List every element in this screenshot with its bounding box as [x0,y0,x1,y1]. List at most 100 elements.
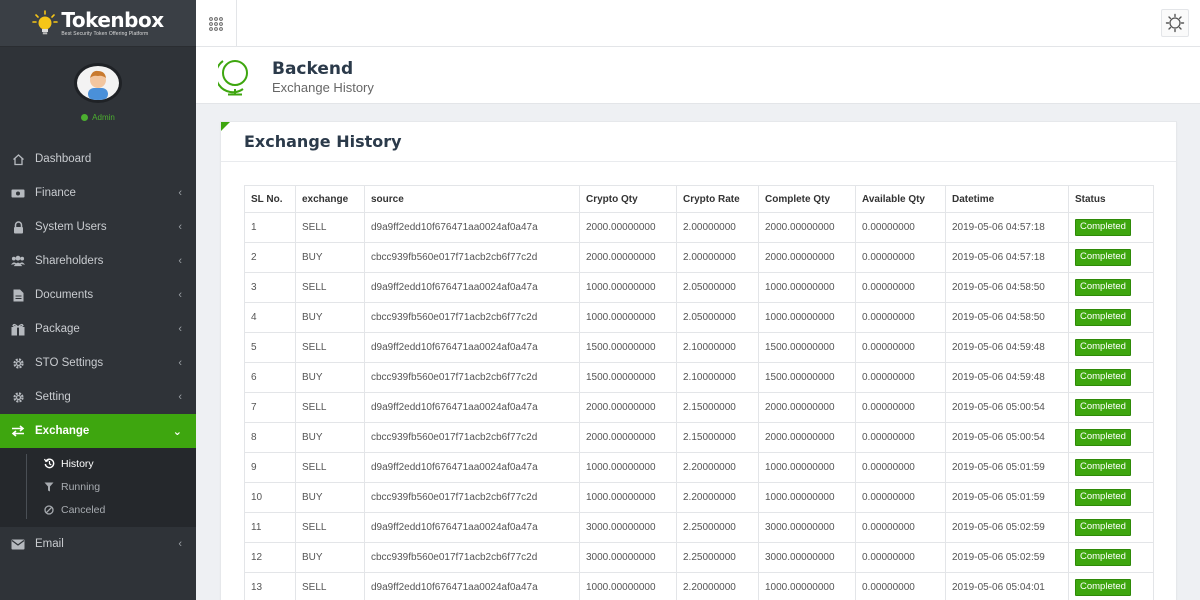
status-badge: Completed [1075,549,1131,566]
table-header-row: SL No. exchange source Crypto Qty Crypto… [244,185,1154,213]
table-row[interactable]: 13 SELL d9a9ff2edd10f676471aa0024af0a47a 10… [244,572,1154,600]
crypto-rate-cell: 2.25000000 [676,512,759,543]
column-header[interactable]: exchange [295,185,365,213]
user-avatar-icon [88,70,108,100]
available-qty-cell: 0.00000000 [855,242,946,273]
status-badge: Completed [1075,249,1131,266]
table-row[interactable]: 7 SELL d9a9ff2edd10f676471aa0024af0a47a 200… [244,392,1154,423]
status-badge: Completed [1075,219,1131,236]
crypto-qty-cell: 3000.00000000 [579,542,677,573]
source-cell: d9a9ff2edd10f676471aa0024af0a47a [364,512,580,543]
crypto-rate-cell: 2.00000000 [676,242,759,273]
brand-logo[interactable]: Tokenbox Best Security Token Offering Pl… [32,10,164,37]
source-cell: cbcc939fb560e017f71acb2cb6f77c2d [364,422,580,453]
table-row[interactable]: 11 SELL d9a9ff2edd10f676471aa0024af0a47a 30… [244,512,1154,543]
sidebar-item-finance[interactable]: Finance ‹ [0,176,196,210]
sidebar-item-system-users[interactable]: System Users ‹ [0,210,196,244]
source-cell: d9a9ff2edd10f676471aa0024af0a47a [364,332,580,363]
status-cell: Completed [1068,302,1154,333]
column-header[interactable]: Available Qty [855,185,946,213]
exchange-cell: SELL [295,392,365,423]
lightbulb-icon [32,10,59,35]
table-row[interactable]: 12 BUY cbcc939fb560e017f71acb2cb6f77c2d 300… [244,542,1154,573]
source-cell: d9a9ff2edd10f676471aa0024af0a47a [364,392,580,423]
exchange-cell: SELL [295,512,365,543]
sidebar-item-documents[interactable]: Documents ‹ [0,278,196,312]
sidebar-item-email[interactable]: Email ‹ [0,527,196,561]
sidebar-subitem-history[interactable]: History [0,452,196,475]
datetime-cell: 2019-05-06 04:59:48 [945,362,1069,393]
chevron-down-icon: ⌄ [172,425,182,438]
settings-button[interactable] [1161,9,1189,37]
column-header[interactable]: source [364,185,580,213]
card-accent-corner [221,122,230,131]
crypto-rate-cell: 2.15000000 [676,422,759,453]
column-header[interactable]: Complete Qty [758,185,856,213]
crypto-rate-cell: 2.20000000 [676,482,759,513]
datetime-cell: 2019-05-06 05:04:01 [945,572,1069,600]
chevron-left-icon: ‹ [178,255,182,267]
exchange-cell: SELL [295,452,365,483]
datetime-cell: 2019-05-06 05:00:54 [945,392,1069,423]
table-row[interactable]: 6 BUY cbcc939fb560e017f71acb2cb6f77c2d 1500… [244,362,1154,393]
user-block: Admin [0,47,196,137]
status-cell: Completed [1068,572,1154,600]
page-header: Backend Exchange History [196,47,1200,104]
table-row[interactable]: 10 BUY cbcc939fb560e017f71acb2cb6f77c2d 100… [244,482,1154,513]
users-icon [11,254,25,268]
exchange-cell: SELL [295,332,365,363]
complete-qty-cell: 3000.00000000 [758,542,856,573]
home-icon [11,152,25,166]
table-row[interactable]: 8 BUY cbcc939fb560e017f71acb2cb6f77c2d 2000… [244,422,1154,453]
sl-no-cell: 11 [244,512,296,543]
complete-qty-cell: 2000.00000000 [758,392,856,423]
table-row[interactable]: 3 SELL d9a9ff2edd10f676471aa0024af0a47a 100… [244,272,1154,303]
column-header[interactable]: Crypto Qty [579,185,677,213]
sidebar-item-sto-settings[interactable]: STO Settings ‹ [0,346,196,380]
table-row[interactable]: 4 BUY cbcc939fb560e017f71acb2cb6f77c2d 1000… [244,302,1154,333]
available-qty-cell: 0.00000000 [855,392,946,423]
complete-qty-cell: 1000.00000000 [758,482,856,513]
money-icon [11,186,25,200]
history-icon [43,458,55,469]
table-row[interactable]: 9 SELL d9a9ff2edd10f676471aa0024af0a47a 100… [244,452,1154,483]
table-row[interactable]: 5 SELL d9a9ff2edd10f676471aa0024af0a47a 150… [244,332,1154,363]
datetime-cell: 2019-05-06 04:59:48 [945,332,1069,363]
column-header[interactable]: Crypto Rate [676,185,759,213]
apps-menu-button[interactable] [196,0,237,47]
avatar[interactable] [74,63,122,103]
sidebar-subitem-canceled[interactable]: Canceled [0,498,196,521]
datetime-cell: 2019-05-06 04:58:50 [945,272,1069,303]
available-qty-cell: 0.00000000 [855,362,946,393]
exchange-history-table: SL No. exchange source Crypto Qty Crypto… [244,185,1154,600]
sidebar-subitem-running[interactable]: Running [0,475,196,498]
status-cell: Completed [1068,272,1154,303]
status-cell: Completed [1068,422,1154,453]
table-row[interactable]: 2 BUY cbcc939fb560e017f71acb2cb6f77c2d 2000… [244,242,1154,273]
column-header[interactable]: Datetime [945,185,1069,213]
complete-qty-cell: 1500.00000000 [758,362,856,393]
complete-qty-cell: 2000.00000000 [758,422,856,453]
table-row[interactable]: 1 SELL d9a9ff2edd10f676471aa0024af0a47a 200… [244,212,1154,243]
sidebar-item-package[interactable]: Package ‹ [0,312,196,346]
column-header[interactable]: Status [1068,185,1154,213]
crypto-rate-cell: 2.20000000 [676,452,759,483]
envelope-icon [11,537,25,551]
sidebar-item-dashboard[interactable]: Dashboard [0,142,196,176]
column-header[interactable]: SL No. [244,185,296,213]
package-icon [11,322,25,336]
sl-no-cell: 10 [244,482,296,513]
sidebar-item-exchange[interactable]: Exchange ⌄ [0,414,196,448]
complete-qty-cell: 1000.00000000 [758,302,856,333]
source-cell: cbcc939fb560e017f71acb2cb6f77c2d [364,362,580,393]
crypto-qty-cell: 2000.00000000 [579,212,677,243]
datetime-cell: 2019-05-06 05:01:59 [945,452,1069,483]
available-qty-cell: 0.00000000 [855,512,946,543]
sidebar-item-setting[interactable]: Setting ‹ [0,380,196,414]
crypto-rate-cell: 2.05000000 [676,302,759,333]
user-role-label: Admin [92,113,115,122]
complete-qty-cell: 1500.00000000 [758,332,856,363]
filter-icon [43,482,55,492]
sidebar-item-shareholders[interactable]: Shareholders ‹ [0,244,196,278]
status-cell: Completed [1068,362,1154,393]
